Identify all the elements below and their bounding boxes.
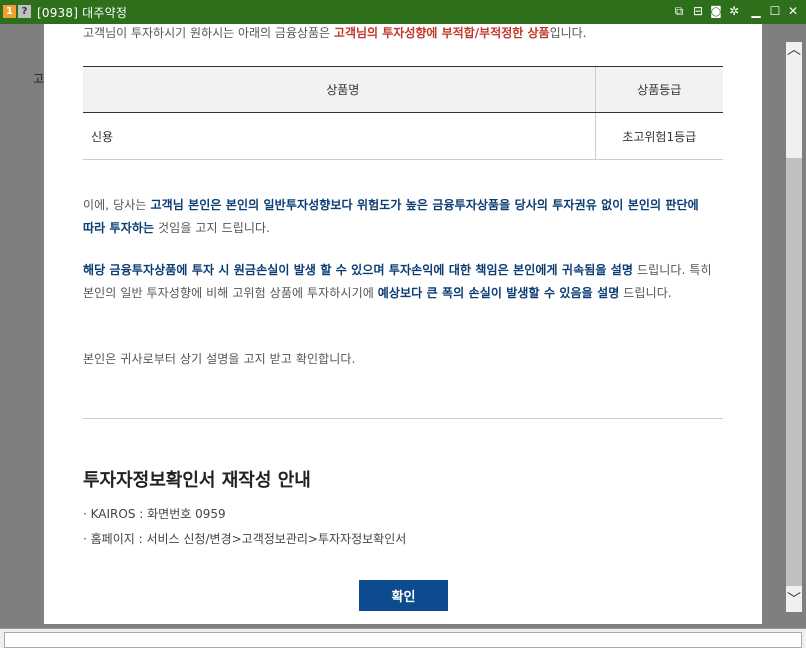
title-bar[interactable]: 1 ? [0938] 대주약정 ⧉ ⊟ ◙ ✲ ▁ ☐ ✕ [0, 0, 806, 24]
table-row: 신용 초고위험1등급 [83, 112, 723, 160]
scrollbar-thumb[interactable] [786, 158, 802, 586]
notice-paragraph-3: 본인은 귀사로부터 상기 설명을 고지 받고 확인합니다. [83, 352, 356, 366]
notice-paragraph-2: 해당 금융투자상품에 투자 시 원금손실이 발생 할 수 있으며 투자손익에 대… [83, 259, 713, 305]
product-table: 상품명 상품등급 신용 초고위험1등급 [83, 66, 723, 160]
guide-line-kairos: · KAIROS : 화면번호 0959 [83, 507, 226, 521]
window-number-badge[interactable]: 1 [3, 5, 16, 18]
p2-text-b: 드립니다. [619, 286, 672, 300]
header-product-name: 상품명 [83, 66, 595, 113]
background-fragment: 고 [33, 72, 45, 86]
app-window: 1 ? [0938] 대주약정 ⧉ ⊟ ◙ ✲ ▁ ☐ ✕ 고 고객님이 투자하… [0, 0, 806, 648]
intro-text: 고객님이 투자하시기 원하시는 아래의 금융상품은 고객님의 투자성향에 부적합… [83, 24, 587, 41]
section-divider [83, 418, 723, 419]
background-page [4, 24, 46, 624]
maximize-icon[interactable]: ☐ [768, 4, 782, 18]
camera-icon[interactable]: ◙ [709, 4, 723, 18]
notice-modal: 고객님이 투자하시기 원하시는 아래의 금융상품은 고객님의 투자성향에 부적합… [44, 24, 762, 624]
intro-plain: 고객님이 투자하시기 원하시는 아래의 금융상품은 [83, 26, 334, 40]
p2-bold-b: 예상보다 큰 폭의 손실이 발생할 수 있음을 설명 [377, 286, 620, 300]
header-product-grade: 상품등급 [594, 66, 723, 113]
guide-title: 투자자정보확인서 재작성 안내 [83, 470, 311, 491]
intro-suffix: 입니다. [549, 26, 587, 40]
p1-text-b: 것임을 고지 드립니다. [154, 221, 271, 235]
chevron-down-icon[interactable]: ﹀ [786, 592, 802, 608]
help-icon[interactable]: ? [18, 5, 31, 18]
table-header-row: 상품명 상품등급 [83, 66, 723, 113]
link-icon[interactable]: ⧉ [672, 4, 686, 18]
p2-bold-a: 해당 금융투자상품에 투자 시 원금손실이 발생 할 수 있으며 투자손익에 대… [83, 263, 634, 277]
split-icon[interactable]: ⊟ [691, 4, 705, 18]
cell-product-name: 신용 [83, 112, 595, 160]
status-field [4, 632, 802, 648]
minimize-icon[interactable]: ▁ [749, 4, 763, 18]
guide-line-homepage: · 홈페이지 : 서비스 신청/변경>고객정보관리>투자자정보확인서 [83, 532, 407, 546]
gear-icon[interactable]: ✲ [727, 4, 741, 18]
notice-paragraph-1: 이에, 당사는 고객님 본인은 본인의 일반투자성향보다 위험도가 높은 금융투… [83, 194, 713, 240]
p1-text-a: 이에, 당사는 [83, 198, 151, 212]
confirm-button[interactable]: 확인 [359, 580, 448, 611]
chevron-up-icon[interactable]: ︿ [786, 42, 802, 58]
intro-emphasis: 고객님의 투자성향에 부적합/부적정한 상품 [333, 26, 550, 40]
cell-product-grade: 초고위험1등급 [594, 112, 723, 160]
window-title: [0938] 대주약정 [37, 6, 128, 20]
close-icon[interactable]: ✕ [786, 4, 800, 18]
